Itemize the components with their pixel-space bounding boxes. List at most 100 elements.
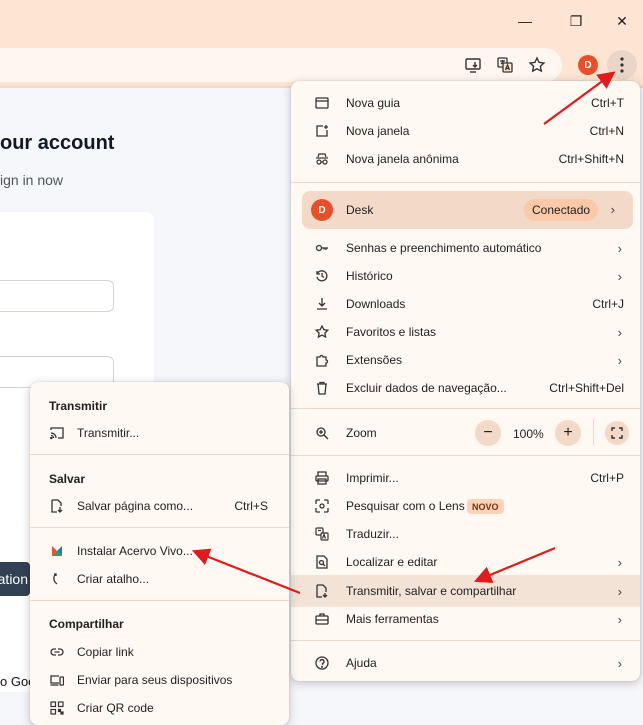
menu-item-zoom: Zoom	[291, 419, 640, 447]
submenu-item-send-devices[interactable]: Enviar para seus dispositivos	[30, 666, 289, 694]
star-icon	[314, 324, 330, 340]
menu-separator	[291, 455, 640, 456]
extensions-label: Extensões	[346, 353, 403, 367]
close-window-button[interactable]: ✕	[608, 9, 636, 33]
menu-item-clear-data[interactable]: Excluir dados de navegação... Ctrl+Shift…	[291, 374, 640, 402]
new-window-label: Nova janela	[346, 124, 410, 138]
zoom-label: Zoom	[346, 426, 377, 440]
star-icon[interactable]	[524, 52, 550, 78]
page-button-label: ation	[0, 571, 28, 587]
chevron-right-icon: ›	[610, 202, 615, 217]
new-badge: NOVO	[467, 499, 504, 514]
zoom-icon	[314, 425, 330, 441]
submenu-item-install-app[interactable]: Instalar Acervo Vivo...	[30, 537, 289, 565]
chevron-right-icon: ›	[617, 655, 622, 671]
menu-item-print[interactable]: Imprimir... Ctrl+P	[291, 464, 640, 492]
submenu-item-save-page[interactable]: Salvar página como... Ctrl+S	[30, 492, 289, 520]
close-icon: ✕	[616, 12, 628, 29]
menu-separator	[30, 527, 289, 528]
cast-save-share-icon	[314, 583, 330, 599]
chevron-right-icon: ›	[617, 240, 622, 256]
key-icon	[314, 240, 330, 256]
shortcut-icon	[49, 571, 65, 587]
passwords-label: Senhas e preenchimento automático	[346, 241, 542, 255]
menu-separator	[291, 182, 640, 183]
printer-icon	[314, 470, 330, 486]
restore-button[interactable]: ❐	[562, 9, 590, 33]
menu-item-find[interactable]: Localizar e editar ›	[291, 548, 640, 576]
new-window-shortcut: Ctrl+N	[589, 124, 624, 138]
chevron-right-icon: ›	[617, 352, 622, 368]
save-section-title: Salvar	[49, 472, 86, 486]
browser-toolbar: D	[0, 44, 643, 86]
chevron-right-icon: ›	[617, 268, 622, 284]
save-page-label: Salvar página como...	[77, 499, 194, 513]
devices-icon	[49, 672, 65, 688]
puzzle-icon	[314, 352, 330, 368]
submenu-item-cast[interactable]: Transmitir...	[30, 419, 289, 447]
incognito-label: Nova janela anônima	[346, 152, 459, 166]
menu-item-new-tab[interactable]: Nova guia Ctrl+T	[291, 89, 640, 117]
translate-icon	[314, 526, 330, 542]
desk-extension-icon[interactable]: D	[578, 55, 598, 75]
submenu-item-copy-link[interactable]: Copiar link	[30, 638, 289, 666]
create-shortcut-label: Criar atalho...	[77, 572, 150, 586]
zoom-in-button[interactable]: +	[555, 420, 581, 446]
help-icon	[314, 655, 330, 671]
menu-item-more-tools[interactable]: Mais ferramentas ›	[291, 605, 640, 633]
cast-label: Transmitir...	[77, 426, 140, 440]
kebab-menu-icon[interactable]	[607, 50, 637, 80]
find-icon	[314, 554, 330, 570]
desk-profile-icon: D	[311, 199, 333, 221]
print-shortcut: Ctrl+P	[590, 471, 624, 485]
menu-item-lens[interactable]: Pesquisar com o Lens NOVO	[291, 492, 640, 520]
page-subtitle: ign in now	[0, 172, 64, 188]
menu-item-downloads[interactable]: Downloads Ctrl+J	[291, 290, 640, 318]
menu-item-desk[interactable]: D Desk Conectado ›	[302, 191, 633, 229]
minimize-button[interactable]: —	[511, 9, 539, 33]
save-page-icon	[49, 498, 65, 514]
cast-icon	[49, 425, 65, 441]
share-section-title: Compartilhar	[49, 617, 124, 631]
new-tab-label: Nova guia	[346, 96, 401, 110]
menu-item-cast-save-share[interactable]: Transmitir, salvar e compartilhar ›	[291, 577, 640, 605]
fullscreen-icon	[611, 427, 623, 439]
translate-icon[interactable]	[492, 52, 518, 78]
restore-icon: ❐	[569, 12, 583, 29]
menu-item-help[interactable]: Ajuda ›	[291, 649, 640, 677]
clear-data-shortcut: Ctrl+Shift+Del	[549, 381, 624, 395]
menu-item-translate[interactable]: Traduzir...	[291, 520, 640, 548]
submenu-item-create-shortcut[interactable]: Criar atalho...	[30, 565, 289, 593]
fullscreen-button[interactable]	[605, 421, 629, 445]
send-devices-label: Enviar para seus dispositivos	[77, 673, 233, 687]
login-field-1[interactable]	[0, 280, 114, 312]
plus-icon: +	[563, 424, 573, 441]
print-label: Imprimir...	[346, 471, 399, 485]
menu-item-passwords[interactable]: Senhas e preenchimento automático ›	[291, 234, 640, 262]
history-label: Histórico	[346, 269, 393, 283]
cast-save-share-label: Transmitir, salvar e compartilhar	[346, 584, 517, 598]
submenu-item-qr-code[interactable]: Criar QR code	[30, 694, 289, 722]
menu-item-bookmarks[interactable]: Favoritos e listas ›	[291, 318, 640, 346]
menu-item-extensions[interactable]: Extensões ›	[291, 346, 640, 374]
qr-code-label: Criar QR code	[77, 701, 154, 715]
trash-icon	[314, 380, 330, 396]
zoom-out-button[interactable]: −	[475, 420, 501, 446]
page-submit-button[interactable]: ation	[0, 562, 30, 596]
download-icon	[314, 296, 330, 312]
menu-item-incognito[interactable]: Nova janela anônima Ctrl+Shift+N	[291, 145, 640, 173]
menu-separator	[30, 454, 289, 455]
menu-item-new-window[interactable]: Nova janela Ctrl+N	[291, 117, 640, 145]
chrome-main-menu: Nova guia Ctrl+T Nova janela Ctrl+N Nova…	[291, 81, 640, 681]
translate-label: Traduzir...	[346, 527, 399, 541]
find-label: Localizar e editar	[346, 555, 438, 569]
more-tools-label: Mais ferramentas	[346, 612, 439, 626]
downloads-shortcut: Ctrl+J	[592, 297, 624, 311]
help-label: Ajuda	[346, 656, 377, 670]
bookmarks-label: Favoritos e listas	[346, 325, 437, 339]
incognito-icon	[314, 151, 330, 167]
menu-item-history[interactable]: Histórico ›	[291, 262, 640, 290]
install-app-icon[interactable]	[460, 52, 486, 78]
save-page-shortcut: Ctrl+S	[234, 499, 268, 513]
clear-data-label: Excluir dados de navegação...	[346, 381, 507, 395]
